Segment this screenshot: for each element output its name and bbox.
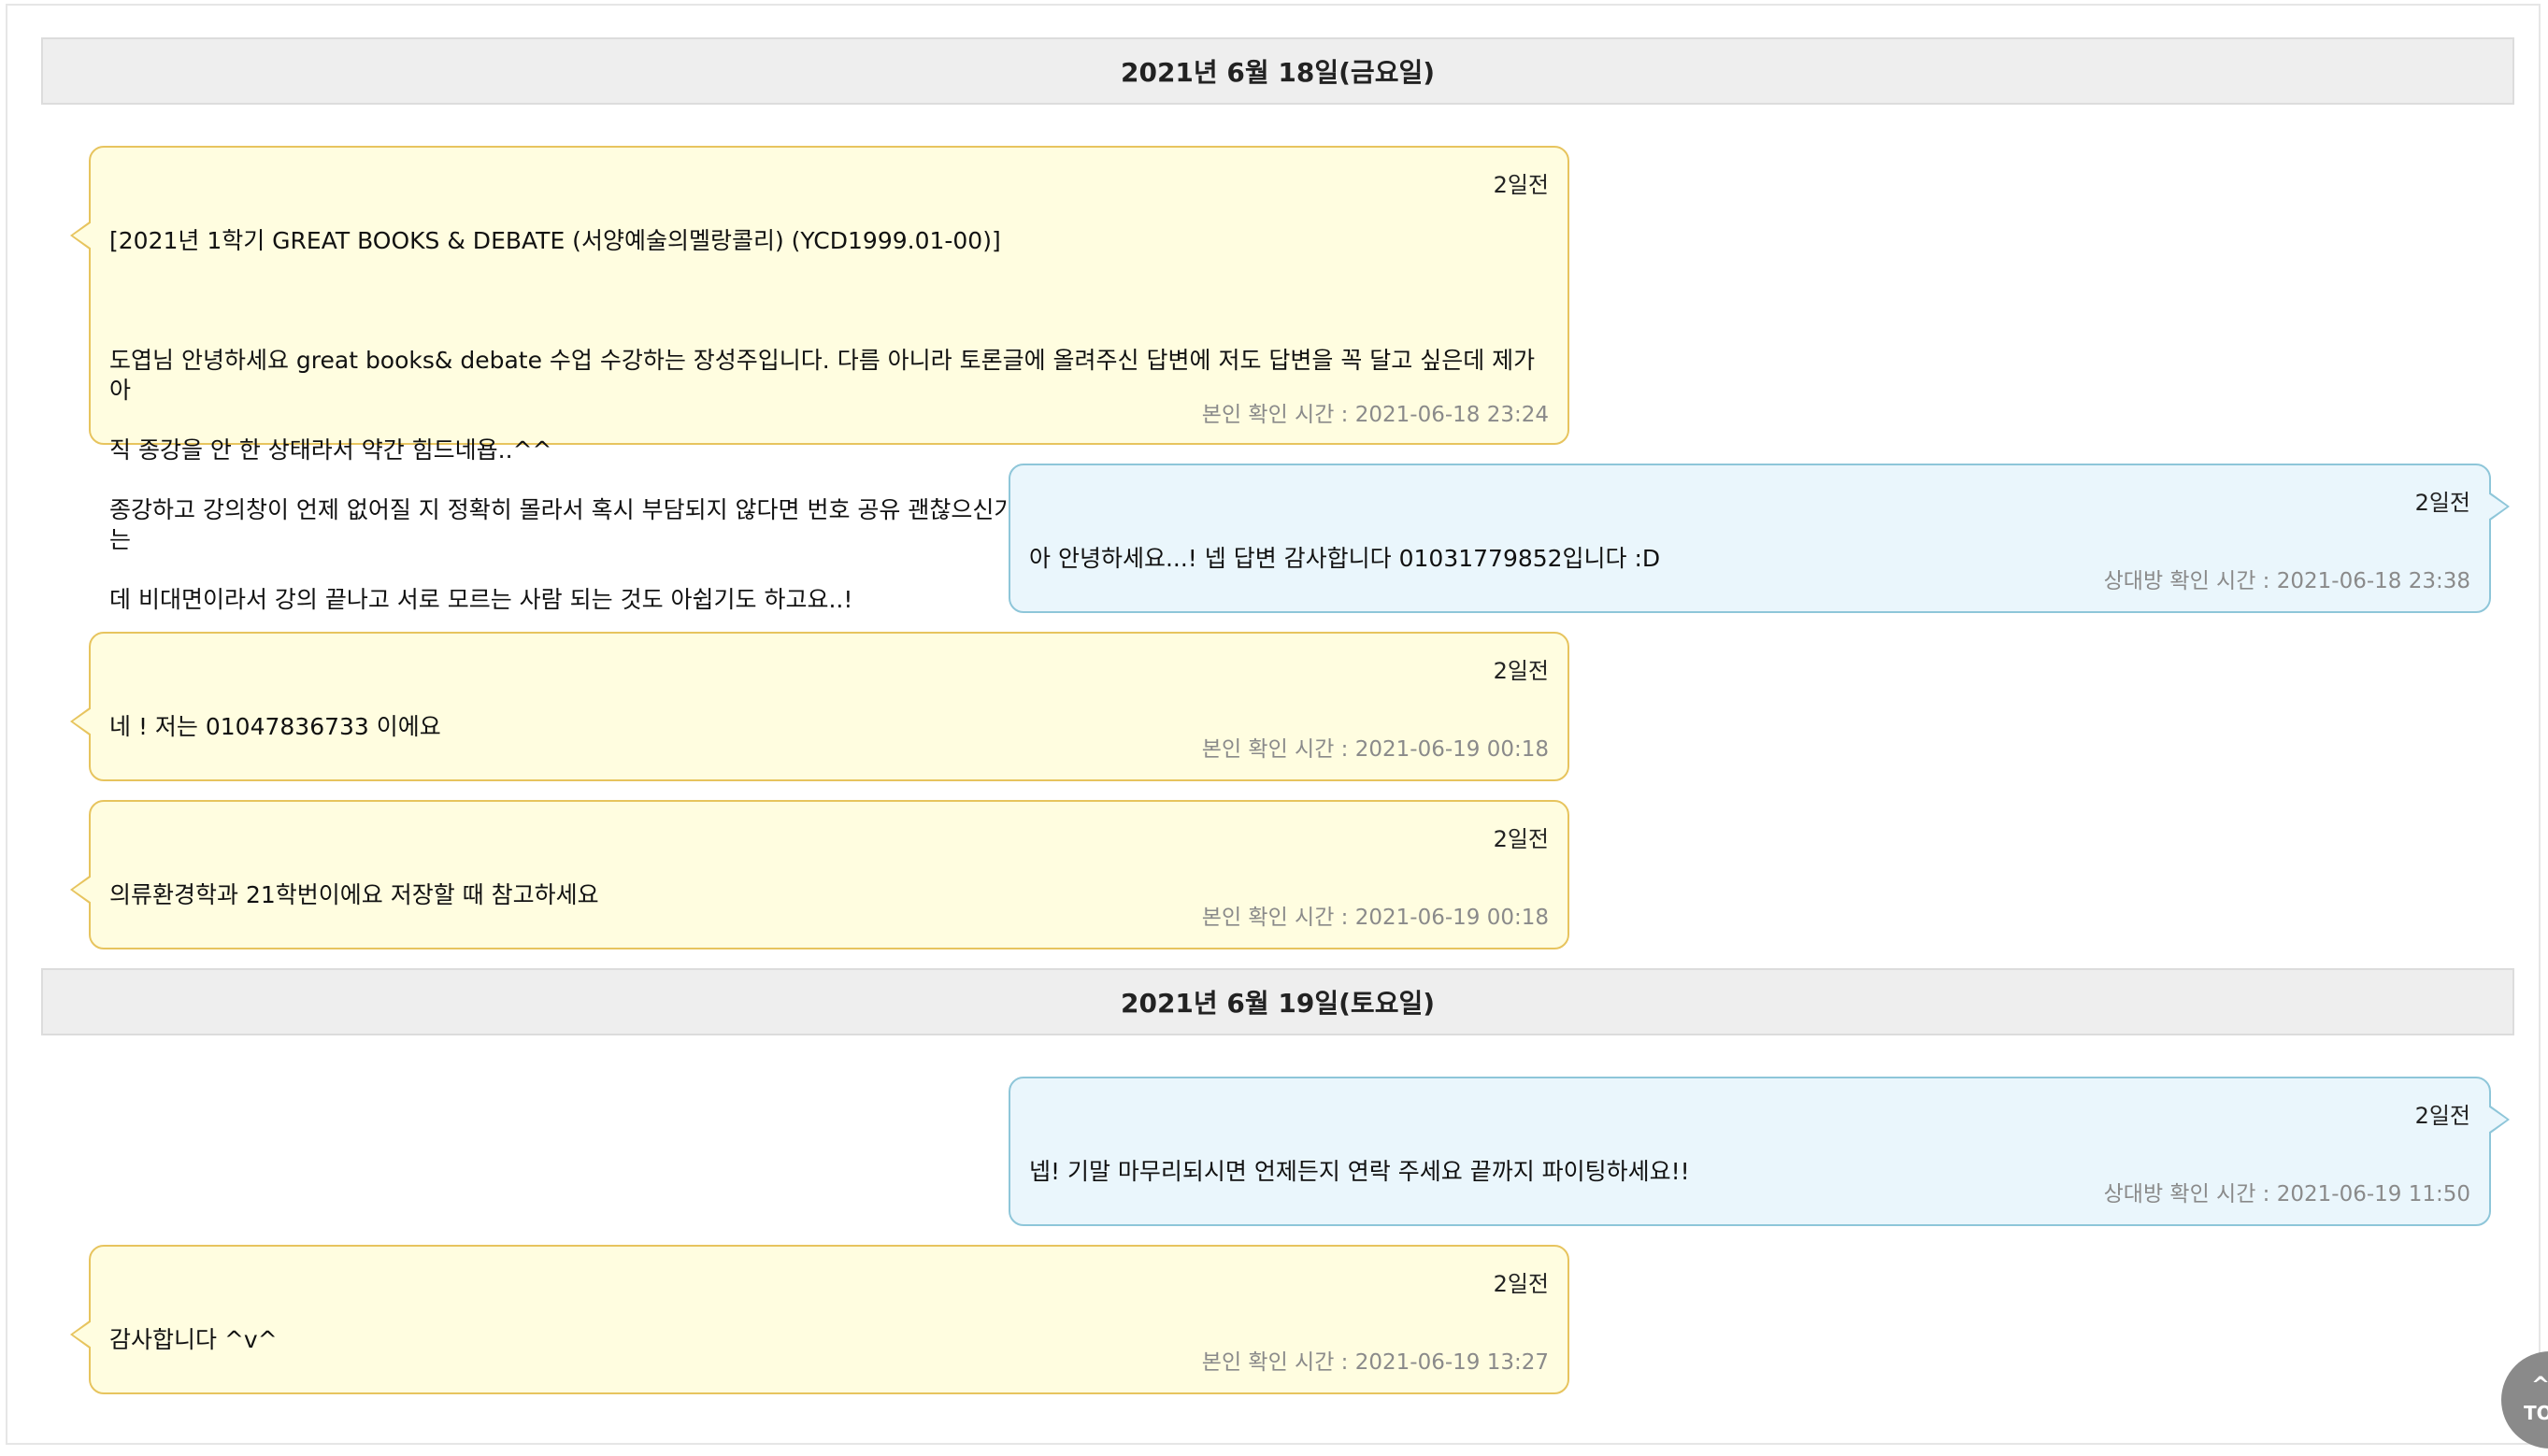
- relative-time: 2일전: [1493, 826, 1549, 852]
- message-bubble-received: 2일전 넵! 기말 마무리되시면 언제든지 연락 주세요 끝까지 파이팅하세요!…: [1009, 1077, 2510, 1226]
- relative-time: 2일전: [2414, 490, 2470, 516]
- date-separator: 2021년 6월 18일(금요일): [41, 37, 2514, 105]
- relative-time: 2일전: [1493, 172, 1549, 198]
- relative-time: 2일전: [1493, 1271, 1549, 1297]
- message-line: [2021년 1학기 GREAT BOOKS & DEBATE (서양예술의멜랑…: [109, 227, 1001, 254]
- scroll-top-label: TO: [2524, 1402, 2548, 1424]
- chevron-up-icon: ^: [2531, 1372, 2548, 1398]
- message-bubble-sent: 2일전 의류환경학과 21학번이에요 저장할 때 참고하세요 본인 확인 시간 …: [70, 800, 1569, 949]
- read-timestamp: 본인 확인 시간 : 2021-06-19 13:27: [1201, 1350, 1549, 1375]
- message-line: 직 종강을 안 한 상태라서 약간 힘드네욥..^^: [109, 436, 552, 464]
- message-bubble-sent: 2일전 [2021년 1학기 GREAT BOOKS & DEBATE (서양예…: [70, 146, 1569, 613]
- read-timestamp: 상대방 확인 시간 : 2021-06-18 23:38: [2103, 569, 2470, 593]
- relative-time: 2일전: [1493, 658, 1549, 684]
- message-bubble-received: 2일전 아 안녕하세요...! 넵 답변 감사합니다 01031779852입니…: [1009, 464, 2510, 613]
- message-bubble-sent: 2일전 네 ! 저는 01047836733 이에요 본인 확인 시간 : 20…: [70, 632, 1569, 781]
- date-label: 2021년 6월 19일(토요일): [1120, 988, 1436, 1019]
- message-bubble-sent: 2일전 감사합니다 ^v^ 본인 확인 시간 : 2021-06-19 13:2…: [70, 1245, 1569, 1394]
- read-timestamp: 본인 확인 시간 : 2021-06-18 23:24: [1201, 403, 1549, 427]
- message-line-blank: [109, 286, 1549, 316]
- read-timestamp: 본인 확인 시간 : 2021-06-19 00:18: [1201, 737, 1549, 762]
- date-label: 2021년 6월 18일(금요일): [1120, 57, 1436, 88]
- relative-time: 2일전: [2414, 1103, 2470, 1129]
- read-timestamp: 상대방 확인 시간 : 2021-06-19 11:50: [2103, 1182, 2470, 1206]
- date-separator: 2021년 6월 19일(토요일): [41, 968, 2514, 1035]
- read-timestamp: 본인 확인 시간 : 2021-06-19 00:18: [1201, 906, 1549, 930]
